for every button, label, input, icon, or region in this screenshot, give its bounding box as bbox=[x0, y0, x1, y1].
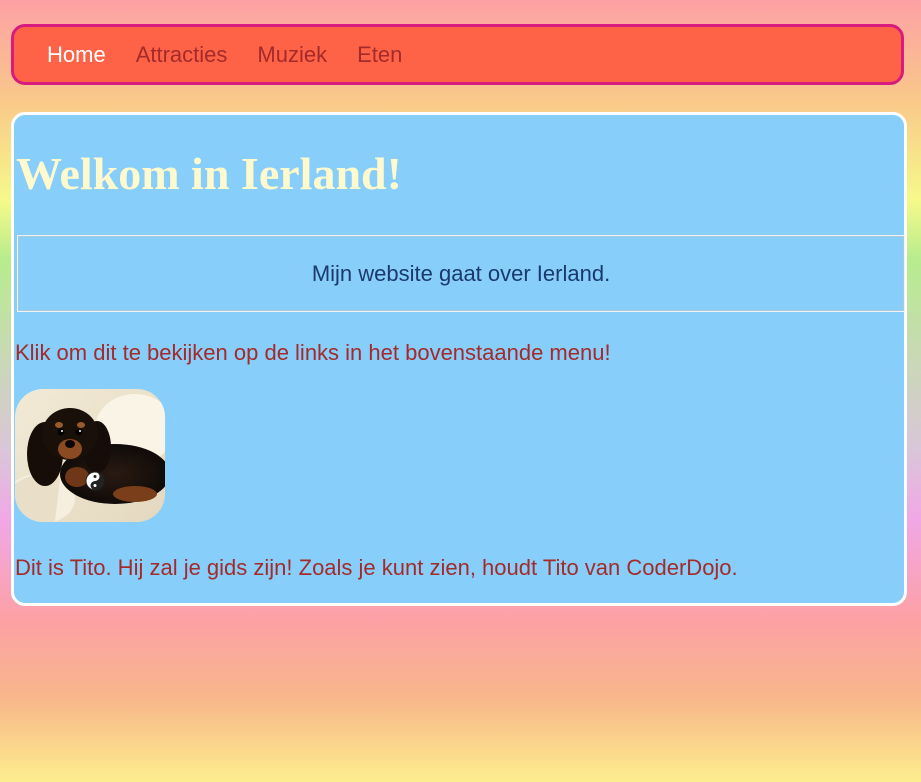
nav-link-eten[interactable]: Eten bbox=[342, 43, 417, 66]
dog-photo bbox=[15, 389, 165, 522]
nav-link-attracties[interactable]: Attracties bbox=[121, 43, 243, 66]
nav-link-muziek[interactable]: Muziek bbox=[242, 43, 342, 66]
nav-link-home[interactable]: Home bbox=[32, 43, 121, 66]
tito-description-text: Dit is Tito. Hij zal je gids zijn! Zoals… bbox=[15, 555, 738, 580]
top-navigation-bar: Home Attracties Muziek Eten bbox=[11, 24, 904, 85]
intro-text: Mijn website gaat over Ierland. bbox=[311, 260, 611, 286]
main-content-panel: Welkom in Ierland! Mijn website gaat ove… bbox=[11, 112, 907, 606]
links-instruction-text: Klik om dit te bekijken op de links in h… bbox=[15, 340, 611, 365]
intro-box: Mijn website gaat over Ierland. bbox=[17, 235, 905, 312]
page-title: Welkom in Ierland! bbox=[16, 148, 402, 199]
yin-yang-icon bbox=[85, 471, 105, 491]
